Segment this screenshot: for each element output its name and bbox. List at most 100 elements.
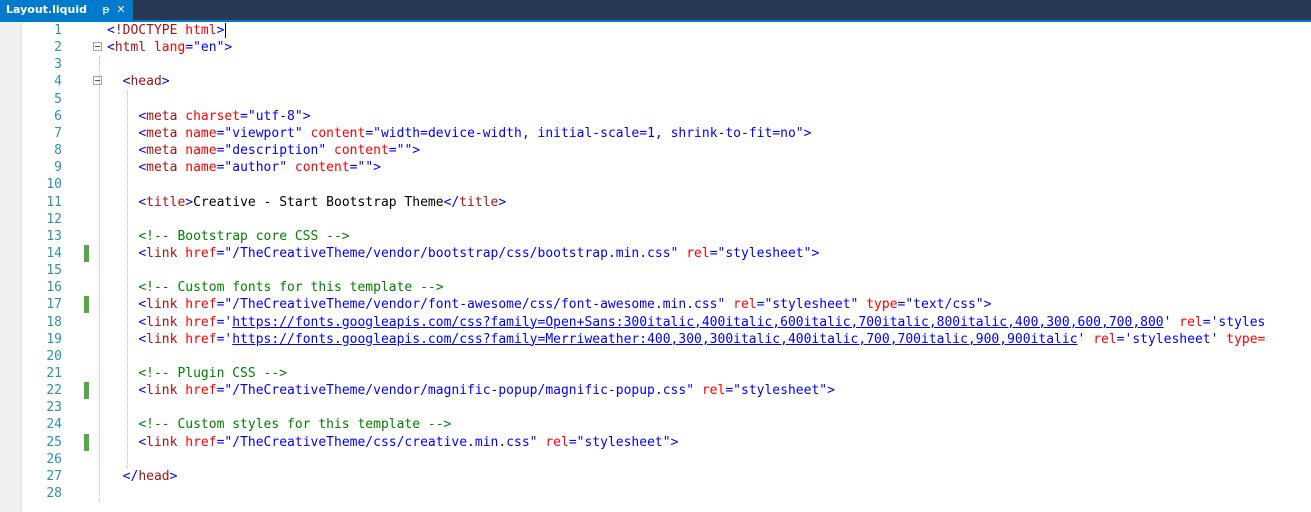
code-token: meta	[146, 125, 178, 141]
code-token: !DOCTYPE	[114, 23, 178, 38]
code-line[interactable]: 15	[22, 262, 1311, 279]
code-text: <meta name="description" content="">	[107, 142, 420, 159]
code-line[interactable]: 20	[22, 348, 1311, 365]
line-number: 6	[54, 108, 62, 124]
code-token: <	[138, 434, 147, 450]
line-number: 1	[54, 23, 62, 38]
code-token: >	[811, 245, 820, 261]
change-marker	[84, 296, 89, 314]
line-number: 24	[46, 417, 62, 433]
code-line[interactable]: 17 <link href="/TheCreativeTheme/vendor/…	[22, 296, 1311, 314]
code-line[interactable]: 28	[22, 485, 1311, 502]
tab-layout-liquid[interactable]: Layout.liquid ᵽ ✕	[0, 0, 133, 20]
line-number: 8	[54, 143, 62, 159]
code-line[interactable]: 25 <link href = "/TheCreativeTheme/css/cre…	[22, 433, 1311, 451]
code-token: "stylesheet"	[764, 297, 859, 313]
code-line[interactable]: 1 <!DOCTYPE html>	[22, 22, 1311, 39]
code-token: title	[146, 194, 186, 210]
code-token: =	[388, 143, 397, 159]
code-line[interactable]: 22 <link href = "/TheCreativeTheme/vendor/…	[22, 382, 1311, 400]
code-token: "author"	[224, 160, 288, 176]
change-marker	[84, 433, 89, 451]
code-text: <link href="/TheCreativeTheme/vendor/fon…	[107, 296, 991, 313]
code-text: <meta name="author" content="">	[107, 159, 381, 176]
code-text: <link href='https://fonts.googleapis.com…	[107, 331, 1265, 348]
code-line[interactable]: 14 <link href = "/TheCreativeTheme/vendor/…	[22, 244, 1311, 262]
code-token: <	[138, 108, 147, 124]
code-token: rel	[686, 245, 710, 261]
code-line[interactable]: 21 <!-- Plugin CSS -->	[22, 365, 1311, 382]
code-line[interactable]: 2 <html lang="en">	[22, 39, 1311, 56]
code-text: <!-- Custom fonts for this template -->	[107, 279, 443, 296]
code-token: html	[114, 40, 147, 56]
code-line[interactable]: 23	[22, 399, 1311, 416]
code-line[interactable]: 4 <head>	[22, 73, 1311, 90]
code-line[interactable]: 16 <!-- Custom fonts for this template -…	[22, 279, 1311, 296]
code-token: href	[185, 297, 217, 313]
code-token: =	[349, 160, 358, 176]
line-number: 15	[46, 263, 62, 279]
line-number: 20	[46, 348, 62, 364]
code-token: <	[138, 143, 147, 159]
code-token: <	[138, 331, 147, 347]
collapse-icon[interactable]	[93, 76, 102, 86]
code-token: href	[185, 434, 217, 450]
code-token: link	[146, 331, 178, 347]
code-token: href	[185, 314, 217, 330]
code-line[interactable]: 24 <!-- Custom styles for this template …	[22, 416, 1311, 433]
code-token: </	[443, 194, 460, 210]
code-token: <!-- Plugin CSS -->	[138, 366, 288, 381]
code-text: <meta charset="utf-8">	[107, 108, 310, 125]
code-token: >	[373, 160, 381, 176]
code-token: head	[138, 468, 170, 484]
code-token: rel	[701, 383, 726, 399]
code-text: <link href = "/TheCreativeTheme/vendor/mag…	[107, 382, 835, 399]
code-token: link	[146, 314, 178, 330]
indent-guide-head	[126, 90, 128, 468]
code-line[interactable]: 12	[22, 211, 1311, 228]
code-token: 'stylesheet'	[1124, 331, 1219, 347]
code-token: "en"	[193, 40, 225, 56]
code-token: >	[161, 74, 170, 90]
line-number: 2	[54, 40, 62, 56]
code-line[interactable]: 11 <title>Creative - Start Bootstrap The…	[22, 194, 1311, 211]
code-token: <	[138, 314, 147, 330]
code-token: title	[459, 194, 499, 210]
code-text: <title>Creative - Start Bootstrap Theme<…	[107, 194, 506, 211]
code-line[interactable]: 26	[22, 451, 1311, 468]
code-token: meta	[146, 143, 178, 159]
code-token: type	[866, 297, 898, 313]
pin-icon[interactable]: ᵽ	[100, 0, 112, 20]
line-number: 21	[46, 366, 62, 381]
code-token: link	[146, 434, 178, 450]
code-line[interactable]: 8 <meta name="description" content="">	[22, 142, 1311, 159]
code-token: href	[185, 331, 217, 347]
code-line[interactable]: 10	[22, 176, 1311, 193]
code-token: link	[146, 297, 178, 313]
tab-title: Layout.liquid	[6, 3, 87, 16]
code-line[interactable]: 9 <meta name="author" content="">	[22, 159, 1311, 176]
code-token: meta	[146, 160, 178, 176]
collapse-icon[interactable]	[93, 42, 102, 52]
code-line[interactable]: 6 <meta charset="utf-8">	[22, 108, 1311, 125]
code-token: rel	[1093, 331, 1117, 347]
line-number: 16	[46, 280, 62, 296]
line-number: 9	[54, 160, 62, 176]
code-line[interactable]: 7 <meta name="viewport" content="width=d…	[22, 125, 1311, 142]
code-line[interactable]: 18 <link href='https://fonts.googleapis.…	[22, 314, 1311, 331]
code-line[interactable]: 27 </head>	[22, 468, 1311, 485]
code-line[interactable]: 19 <link href='https://fonts.googleapis.…	[22, 331, 1311, 348]
code-token: "utf-8"	[247, 108, 303, 124]
close-icon[interactable]: ✕	[115, 0, 127, 20]
code-line[interactable]: 13 <!-- Bootstrap core CSS -->	[22, 228, 1311, 245]
code-line[interactable]: 5	[22, 91, 1311, 108]
code-editor[interactable]: 1 <!DOCTYPE html> 2 <html lang="en"> 3 4 <hea…	[22, 22, 1311, 512]
code-line[interactable]: 3	[22, 56, 1311, 73]
code-token: =	[365, 125, 374, 141]
code-token: >	[983, 297, 992, 313]
change-marker	[84, 382, 89, 400]
code-token: ""	[357, 160, 374, 176]
